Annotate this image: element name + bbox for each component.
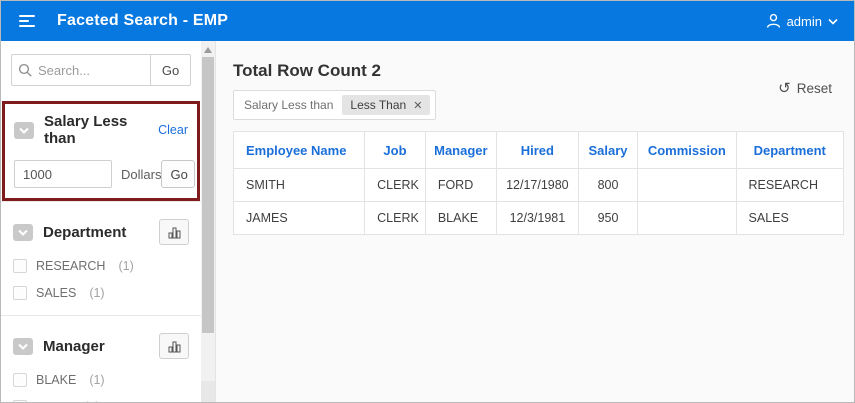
table-row: JAMES CLERK BLAKE 12/3/1981 950 SALES [232,201,845,235]
column-header-commission[interactable]: Commission [637,131,737,169]
column-header-salary[interactable]: Salary [577,131,639,169]
scroll-up-arrow-icon[interactable] [204,47,212,53]
salary-input[interactable] [14,160,112,188]
menu-icon[interactable] [19,15,37,27]
column-header-employee-name[interactable]: Employee Name [232,131,366,169]
facet-chart-button[interactable] [159,333,189,359]
table-cell: 950 [577,201,639,235]
table-row: SMITH CLERK FORD 12/17/1980 800 RESEARCH [232,168,845,202]
search-input[interactable] [38,62,150,78]
table-cell [637,168,737,202]
reset-label: Reset [796,81,832,96]
column-header-manager[interactable]: Manager [424,131,497,169]
table-cell: JAMES [232,201,366,235]
app-window: Faceted Search - EMP admin Search... Go … [0,0,855,403]
chevron-down-icon[interactable] [14,121,34,139]
table-cell: 12/3/1981 [495,201,579,235]
page-title: Faceted Search - EMP [57,12,229,29]
app-body: Go Salary Less than Clear Dollars Go [1,41,854,402]
search-icon [12,63,38,78]
chevron-down-icon[interactable] [13,223,33,241]
user-icon [766,13,780,28]
facet-salary-less-than: Salary Less than Clear Dollars Go [2,101,200,201]
filter-chip-label: Salary Less than [244,98,334,112]
salary-go-button[interactable]: Go [161,160,196,188]
search-go-button[interactable]: Go [150,55,190,85]
total-row-count: Total Row Count 2 [233,61,381,80]
chevron-down-icon [828,18,838,25]
facet-option-sales[interactable]: SALES (1) [13,286,189,300]
bar-chart-icon [168,341,180,352]
option-count: (1) [89,286,105,300]
facet-option-blake[interactable]: BLAKE (1) [13,373,189,387]
facets-sidebar: Go Salary Less than Clear Dollars Go [1,41,201,402]
option-label: RESEARCH [36,259,106,273]
bar-chart-icon [168,227,180,238]
checkbox[interactable] [13,259,27,273]
option-count: (1) [89,373,105,387]
chevron-down-icon[interactable] [13,337,33,355]
checkbox[interactable] [13,286,27,300]
filter-chip: Salary Less than Less Than ✕ [233,90,437,120]
reset-button[interactable]: ↺ Reset [778,81,832,96]
table-cell: FORD [424,168,497,202]
facet-title: Manager [43,337,105,355]
scrollbar-bottom[interactable] [201,381,215,402]
facet-chart-button[interactable] [159,219,189,245]
option-label: SALES [36,286,77,300]
facet-title: Salary Less than [44,113,128,147]
filter-chip-value[interactable]: Less Than ✕ [342,95,431,115]
table-cell: CLERK [364,201,426,235]
column-header-job[interactable]: Job [364,131,426,169]
table-cell: RESEARCH [735,168,845,202]
scrollbar-thumb[interactable] [202,57,214,333]
reset-icon: ↺ [778,80,791,97]
salary-unit-label: Dollars [121,166,162,182]
table-cell: BLAKE [424,201,497,235]
table-cell: SALES [735,201,845,235]
facet-title: Department [43,223,127,241]
facet-manager: Manager BLAKE (1) [1,315,201,402]
app-header: Faceted Search - EMP admin [1,1,854,41]
facet-option-research[interactable]: RESEARCH (1) [13,259,189,273]
table-cell [637,201,737,235]
table-cell: 800 [577,168,639,202]
checkbox[interactable] [13,373,27,387]
table-cell: 12/17/1980 [495,168,579,202]
table-header-row: Employee Name Job Manager Hired Salary C… [232,131,845,169]
sidebar-scrollbar[interactable] [201,41,216,402]
main-region: Total Row Count 2 ↺ Reset Salary Less th… [216,41,854,402]
column-header-hired[interactable]: Hired [495,131,579,169]
remove-filter-icon[interactable]: ✕ [413,99,422,112]
column-header-department[interactable]: Department [735,131,845,169]
filter-value-text: Less Than [350,98,407,112]
results-table: Employee Name Job Manager Hired Salary C… [232,131,845,235]
table-cell: SMITH [232,168,366,202]
user-menu[interactable]: admin [766,13,838,29]
user-name: admin [786,13,822,29]
facet-search: Go [11,54,191,86]
option-label: BLAKE [36,373,77,387]
clear-facet-link[interactable]: Clear [158,123,188,137]
option-count: (1) [118,259,134,273]
facet-department: Department RESEARCH (1) SALES (1) [1,201,201,315]
table-cell: CLERK [364,168,426,202]
